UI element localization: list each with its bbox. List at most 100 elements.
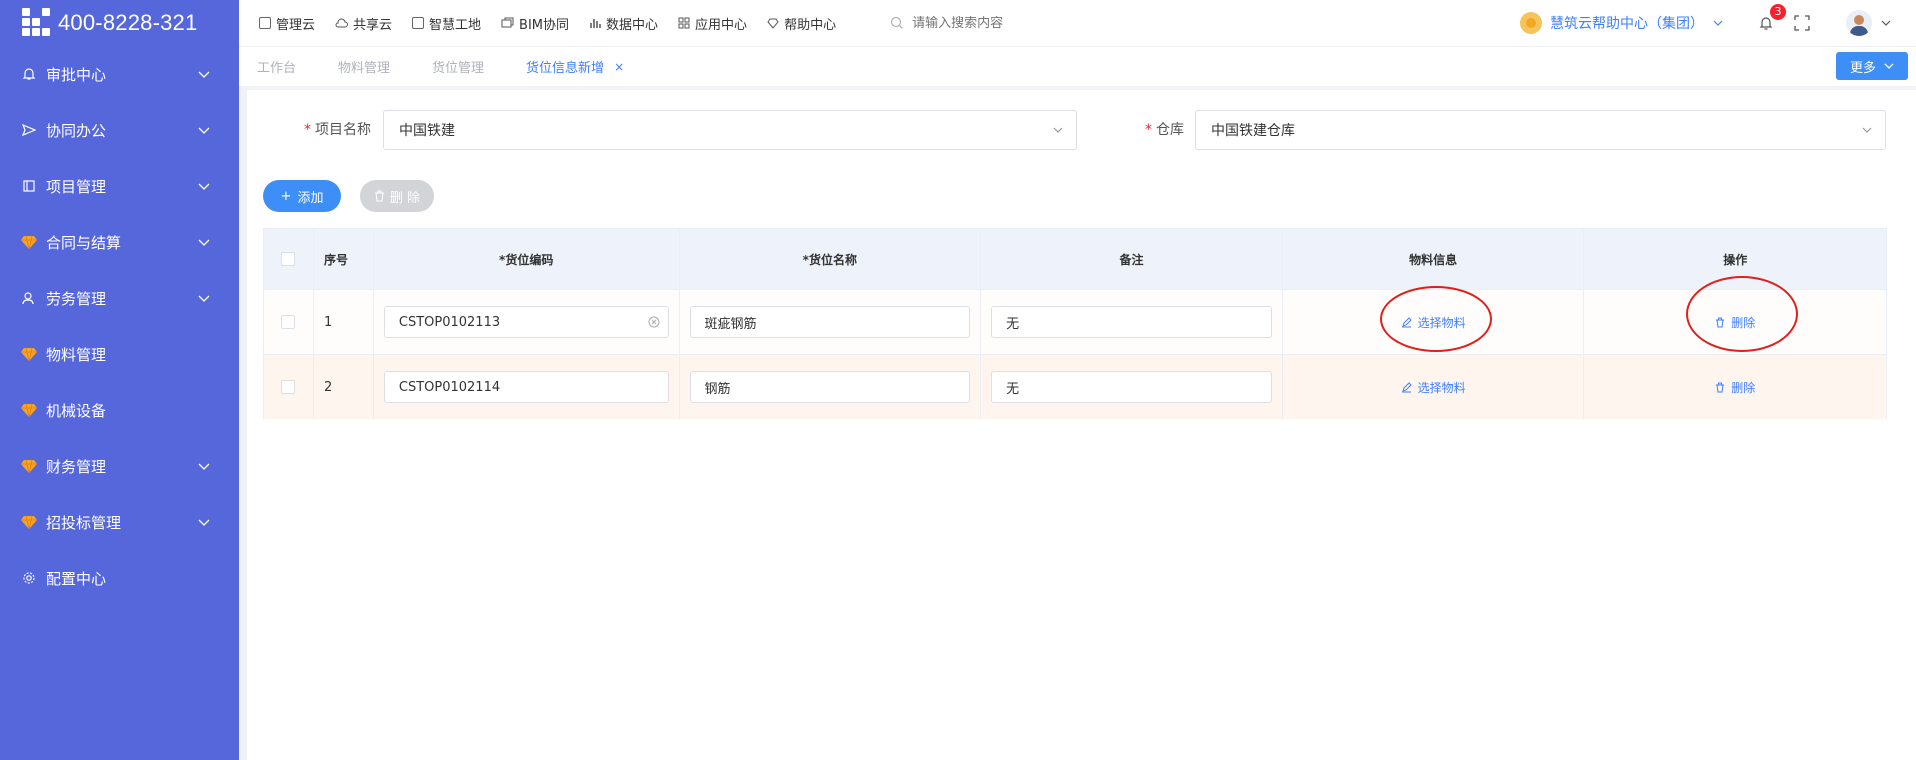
code-input[interactable]: CSTOP0102113 bbox=[383, 306, 669, 338]
column-header-material: 物料信息 bbox=[1283, 229, 1585, 289]
sidebar-item-label: 机械设备 bbox=[46, 401, 107, 420]
project-name-label: * 项目名称 bbox=[304, 122, 371, 138]
sidebar-item-bidding[interactable]: 招投标管理 bbox=[0, 494, 239, 550]
edit-icon bbox=[1401, 316, 1412, 327]
warehouse-value: 中国铁建仓库 bbox=[1211, 123, 1295, 139]
column-header-name: *货位名称 bbox=[680, 229, 982, 289]
warehouse-select[interactable]: 中国铁建仓库 bbox=[1195, 110, 1886, 150]
sidebar-item-machinery[interactable]: 机械设备 bbox=[0, 382, 239, 438]
help-badge-icon bbox=[1520, 12, 1542, 34]
tab-location-management[interactable]: 货位管理 bbox=[432, 57, 484, 76]
filter-form: * 项目名称 中国铁建 * 仓库 中国铁建仓库 bbox=[247, 110, 1916, 150]
top-right-tools: 慧筑云帮助中心（集团） 3 bbox=[1520, 0, 1916, 46]
gem-icon bbox=[20, 513, 38, 531]
topnav-item-data-center[interactable]: 数据中心 bbox=[589, 14, 658, 33]
topnav-item-app-center[interactable]: 应用中心 bbox=[678, 14, 747, 33]
topnav-label: BIM协同 bbox=[519, 17, 570, 33]
book-icon bbox=[20, 177, 38, 195]
edit-icon bbox=[1401, 381, 1412, 392]
chevron-down-icon bbox=[198, 71, 210, 78]
sidebar-item-config[interactable]: 配置中心 bbox=[0, 550, 239, 606]
sidebar-item-label: 审批中心 bbox=[46, 65, 107, 84]
search-input[interactable] bbox=[912, 15, 1153, 31]
project-name-select[interactable]: 中国铁建 bbox=[383, 110, 1077, 150]
more-button[interactable]: 更多 bbox=[1835, 52, 1908, 80]
bim-icon bbox=[501, 17, 514, 28]
tab-location-add[interactable]: 货位信息新增 × bbox=[526, 57, 624, 77]
delete-row-link[interactable]: 删除 bbox=[1715, 379, 1755, 396]
select-material-link[interactable]: 选择物料 bbox=[1401, 314, 1466, 331]
tab-label: 货位管理 bbox=[432, 61, 485, 76]
select-all-checkbox[interactable] bbox=[281, 252, 296, 266]
close-icon[interactable]: × bbox=[614, 60, 624, 74]
sidebar-item-collab[interactable]: 协同办公 bbox=[0, 102, 239, 158]
tab-material-management[interactable]: 物料管理 bbox=[338, 57, 390, 76]
sidebar-item-approval[interactable]: 审批中心 bbox=[0, 46, 239, 102]
sidebar-item-label: 项目管理 bbox=[46, 177, 107, 196]
bell-icon bbox=[20, 65, 38, 83]
row-checkbox[interactable] bbox=[281, 380, 296, 394]
sidebar-item-label: 劳务管理 bbox=[46, 289, 107, 308]
logo-mark-icon bbox=[22, 8, 52, 38]
help-center-label: 慧筑云帮助中心（集团） bbox=[1550, 16, 1704, 32]
building-icon bbox=[412, 17, 425, 29]
sidebar-item-label: 物料管理 bbox=[46, 345, 107, 364]
name-cell: 斑疵钢筋 bbox=[680, 290, 982, 354]
note-input[interactable]: 无 bbox=[991, 371, 1272, 403]
sidebar-item-finance[interactable]: 财务管理 bbox=[0, 438, 239, 494]
select-all-cell bbox=[264, 229, 314, 289]
topnav-label: 应用中心 bbox=[695, 17, 748, 33]
help-center-dropdown[interactable]: 慧筑云帮助中心（集团） bbox=[1520, 12, 1724, 34]
notification-button[interactable]: 3 bbox=[1754, 4, 1786, 35]
main-content: * 项目名称 中国铁建 * 仓库 中国铁建仓库 + 添加 删 除 序号 *货位编码 … bbox=[247, 90, 1916, 760]
avatar[interactable] bbox=[1846, 10, 1872, 36]
clear-icon[interactable] bbox=[648, 316, 660, 328]
trash-icon bbox=[374, 190, 384, 202]
topnav-item-smart-site[interactable]: 智慧工地 bbox=[412, 14, 481, 33]
search-icon bbox=[890, 16, 904, 29]
delete-row-link[interactable]: 删除 bbox=[1715, 314, 1755, 331]
sidebar-item-material[interactable]: 物料管理 bbox=[0, 326, 239, 382]
code-input[interactable]: CSTOP0102114 bbox=[383, 371, 669, 403]
note-input[interactable]: 无 bbox=[991, 306, 1272, 338]
topnav-item-management-cloud[interactable]: 管理云 bbox=[259, 14, 315, 33]
bar-chart-icon bbox=[590, 19, 601, 28]
sidebar-item-label: 配置中心 bbox=[46, 569, 107, 588]
tab-label: 货位信息新增 bbox=[526, 61, 605, 76]
gem-icon bbox=[20, 457, 38, 475]
batch-delete-button[interactable]: 删 除 bbox=[360, 180, 434, 212]
chevron-down-icon[interactable] bbox=[1880, 17, 1892, 29]
chevron-down-icon bbox=[198, 463, 210, 470]
column-header-code: *货位编码 bbox=[374, 229, 680, 289]
fullscreen-button[interactable] bbox=[1792, 13, 1812, 33]
logo[interactable]: 400-8228-321 bbox=[0, 0, 239, 46]
topnav-item-bim[interactable]: BIM协同 bbox=[501, 14, 569, 33]
note-cell: 无 bbox=[981, 290, 1283, 354]
topnav-item-help-center[interactable]: 帮助中心 bbox=[767, 14, 836, 33]
column-header-no: 序号 bbox=[314, 229, 374, 289]
tab-workbench[interactable]: 工作台 bbox=[257, 57, 296, 76]
operation-cell: 删除 bbox=[1584, 290, 1886, 354]
add-button[interactable]: + 添加 bbox=[263, 180, 341, 212]
sidebar-item-contract[interactable]: 合同与结算 bbox=[0, 214, 239, 270]
tabs-bar: 工作台 物料管理 货位管理 货位信息新增 × 更多 bbox=[239, 46, 1916, 86]
row-checkbox[interactable] bbox=[281, 315, 296, 329]
name-input[interactable]: 斑疵钢筋 bbox=[689, 306, 971, 338]
sidebar-item-project[interactable]: 项目管理 bbox=[0, 158, 239, 214]
tab-label: 物料管理 bbox=[338, 61, 391, 76]
more-button-label: 更多 bbox=[1849, 60, 1876, 76]
plus-icon: + bbox=[280, 188, 292, 204]
table-row: 1 CSTOP0102113 斑疵钢筋 无 选择物料 删除 bbox=[264, 289, 1886, 354]
name-input[interactable]: 钢筋 bbox=[689, 371, 971, 403]
topnav-item-share-cloud[interactable]: 共享云 bbox=[335, 14, 392, 33]
topnav-label: 智慧工地 bbox=[429, 17, 482, 33]
warehouse-label: * 仓库 bbox=[1145, 122, 1184, 138]
select-material-link[interactable]: 选择物料 bbox=[1401, 379, 1466, 396]
tab-label: 工作台 bbox=[257, 61, 297, 76]
project-name-value: 中国铁建 bbox=[399, 123, 455, 139]
top-nav: 管理云 共享云 智慧工地 BIM协同 数据中心 应用中心 帮助中心 bbox=[239, 14, 856, 33]
row-select-cell bbox=[264, 290, 314, 354]
sidebar-item-labor[interactable]: 劳务管理 bbox=[0, 270, 239, 326]
send-icon bbox=[20, 121, 38, 139]
chevron-down-icon bbox=[198, 295, 210, 302]
